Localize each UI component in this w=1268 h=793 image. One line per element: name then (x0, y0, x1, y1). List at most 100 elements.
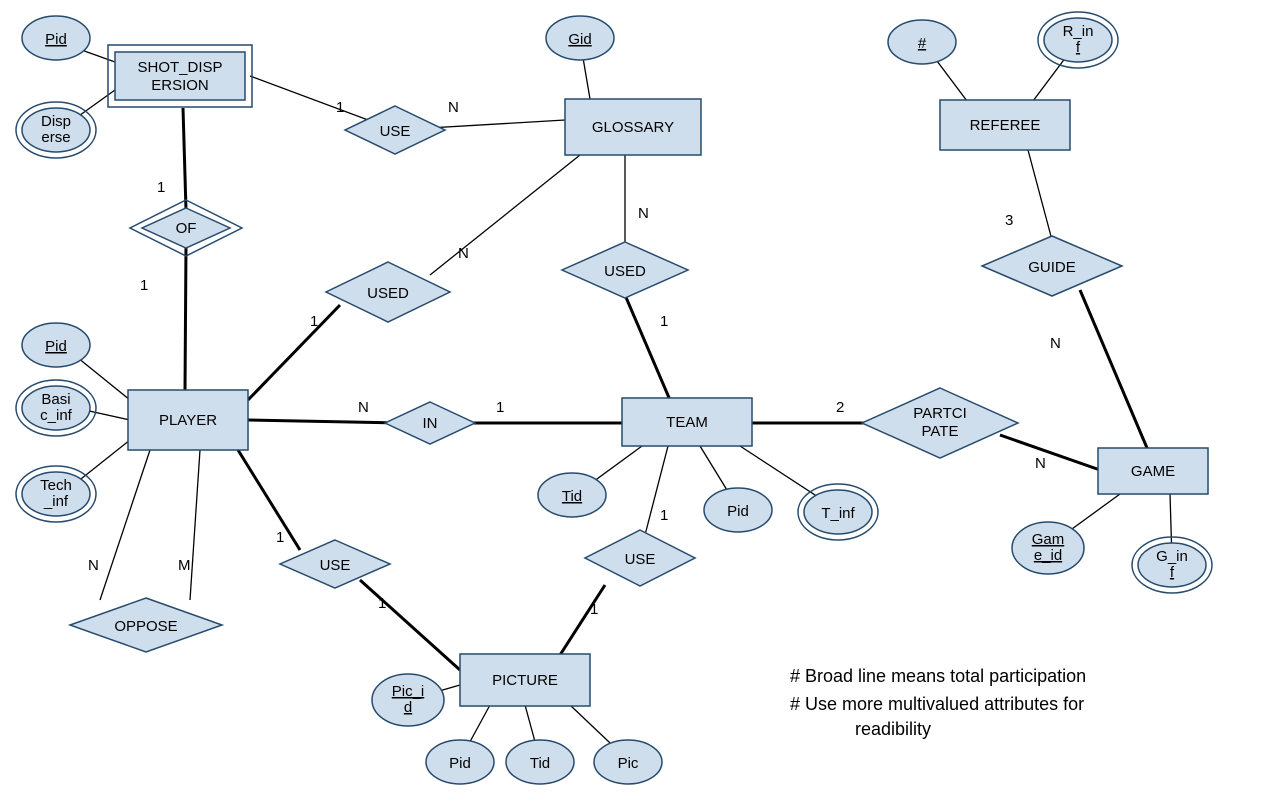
attr-pic-pic-label: Pic (618, 755, 639, 772)
svg-text:G_in: G_in (1156, 548, 1188, 565)
edge-usepic2-pic (560, 585, 605, 655)
rel-use-sd-gloss: USE (345, 106, 445, 154)
entity-team: TEAM (622, 398, 752, 446)
card-team-usepic-1: 1 (660, 507, 668, 524)
entity-referee: REFEREE (940, 100, 1070, 150)
card-oppose-m: M (178, 557, 191, 574)
svg-text:Gam: Gam (1032, 531, 1065, 548)
rel-used-player-gloss: USED (326, 262, 450, 322)
attr-game-ginf: G_in f (1132, 537, 1212, 593)
entity-player-label: PLAYER (159, 412, 217, 429)
edge-player-usepic (238, 450, 300, 550)
attr-team-tid-label: Tid (562, 488, 582, 505)
rel-oppose-label: OPPOSE (114, 618, 177, 635)
attr-game-ginf-l1: G_in (1156, 548, 1188, 565)
entity-referee-label: REFEREE (970, 117, 1041, 134)
entity-game: GAME (1098, 448, 1208, 494)
edge-used2-team (625, 295, 670, 400)
entity-shot-dispersion-label-l1: SHOT_DISP (137, 59, 222, 76)
svg-text:Pic_i: Pic_i (392, 683, 425, 700)
rel-oppose: OPPOSE (70, 598, 222, 652)
rel-guide-label: GUIDE (1028, 259, 1076, 276)
attr-sd-disperse: Disp erse (16, 102, 96, 158)
card-player-usepic-1: 1 (276, 529, 284, 546)
rel-use-sd-gloss-label: USE (380, 123, 411, 140)
rel-guide: GUIDE (982, 236, 1122, 296)
attr-ref-rinf: R_in f (1038, 12, 1118, 68)
rel-participate-l2: PATE (922, 423, 959, 440)
rel-use-team-pic-label: USE (625, 551, 656, 568)
rel-used-team-gloss-label: USED (604, 263, 646, 280)
svg-text:ERSION: ERSION (151, 77, 209, 94)
attr-pic-pid: Pid (426, 740, 494, 784)
card-oppose-n: N (88, 557, 99, 574)
rel-participate-l1: PARTCI (913, 405, 967, 422)
edge-ref-guide (1028, 150, 1052, 240)
attr-sd-pid-label: Pid (45, 31, 67, 48)
entity-shot-dispersion-label-l2: ERSION (151, 77, 209, 94)
attr-pic-id-l2: d (404, 699, 412, 716)
rel-used-team-gloss: USED (562, 242, 688, 298)
entity-glossary-label: GLOSSARY (592, 119, 674, 136)
card-sd-use-1: 1 (336, 99, 344, 116)
note-line1: # Broad line means total participation (790, 666, 1086, 686)
card-team-part-2: 2 (836, 399, 844, 416)
note-line2: # Use more multivalued attributes for (790, 694, 1084, 714)
card-usepic-pic-1b: 1 (590, 601, 598, 618)
edge-sd-of (183, 108, 186, 210)
svg-text:R_in: R_in (1063, 23, 1094, 40)
edge-guide-game (1080, 290, 1150, 455)
card-team-used-1: 1 (660, 313, 668, 330)
attr-team-tid: Tid (538, 473, 606, 517)
attr-pic-id: Pic_i d (372, 674, 444, 726)
svg-text:PARTCI: PARTCI (913, 405, 967, 422)
attr-player-basic: Basi c_inf (16, 380, 96, 436)
card-of-player-1: 1 (140, 277, 148, 294)
card-use-gloss-n: N (448, 99, 459, 116)
edge-usepic-pic (360, 580, 460, 670)
rel-in: IN (385, 402, 475, 444)
edge-part-game (1000, 435, 1100, 470)
svg-text:Tech: Tech (40, 477, 72, 494)
svg-text:Basi: Basi (41, 391, 70, 408)
rel-use-player-pic-label: USE (320, 557, 351, 574)
card-guide-game-n: N (1050, 335, 1061, 352)
attr-player-pid-label: Pid (45, 338, 67, 355)
rel-participate: PARTCI PATE (862, 388, 1018, 458)
attr-ref-num-label: # (918, 35, 927, 52)
card-player-in-n: N (358, 399, 369, 416)
card-player-used-1: 1 (310, 313, 318, 330)
attr-game-id-l1: Gam (1032, 531, 1065, 548)
attr-game-id-l2: e_id (1034, 547, 1062, 564)
attr-game-id: Gam e_id (1012, 522, 1084, 574)
attr-team-pid-label: Pid (727, 503, 749, 520)
rel-of-label: OF (176, 220, 197, 237)
rel-used-player-gloss-label: USED (367, 285, 409, 302)
entity-player: PLAYER (128, 390, 248, 450)
entity-picture-label: PICTURE (492, 672, 558, 689)
edge-player-oppose-m (190, 450, 200, 600)
svg-text:_inf: _inf (43, 493, 69, 510)
edge-player-used (248, 305, 340, 400)
attr-team-pid: Pid (704, 488, 772, 532)
card-usepic-pic-1: 1 (378, 595, 386, 612)
card-ref-guide-3: 3 (1005, 212, 1013, 229)
attr-gloss-gid: Gid (546, 16, 614, 60)
edge-player-in (248, 420, 400, 423)
attr-pic-pid-label: Pid (449, 755, 471, 772)
attr-player-tech: Tech _inf (16, 466, 96, 522)
svg-text:e_id: e_id (1034, 547, 1062, 564)
entity-picture: PICTURE (460, 654, 590, 706)
card-used-gloss-n2: N (638, 205, 649, 222)
rel-of: OF (130, 200, 242, 256)
rel-in-label: IN (423, 415, 438, 432)
svg-text:c_inf: c_inf (40, 407, 73, 424)
attr-pic-tid: Tid (506, 740, 574, 784)
attr-sd-disperse-l2: erse (41, 129, 70, 146)
attr-team-tinf: T_inf (798, 484, 878, 540)
attr-pic-tid-label: Tid (530, 755, 550, 772)
attr-ref-rinf-l1: R_in (1063, 23, 1094, 40)
svg-text:SHOT_DISP: SHOT_DISP (137, 59, 222, 76)
attr-player-tech-l1: Tech (40, 477, 72, 494)
card-in-team-1: 1 (496, 399, 504, 416)
